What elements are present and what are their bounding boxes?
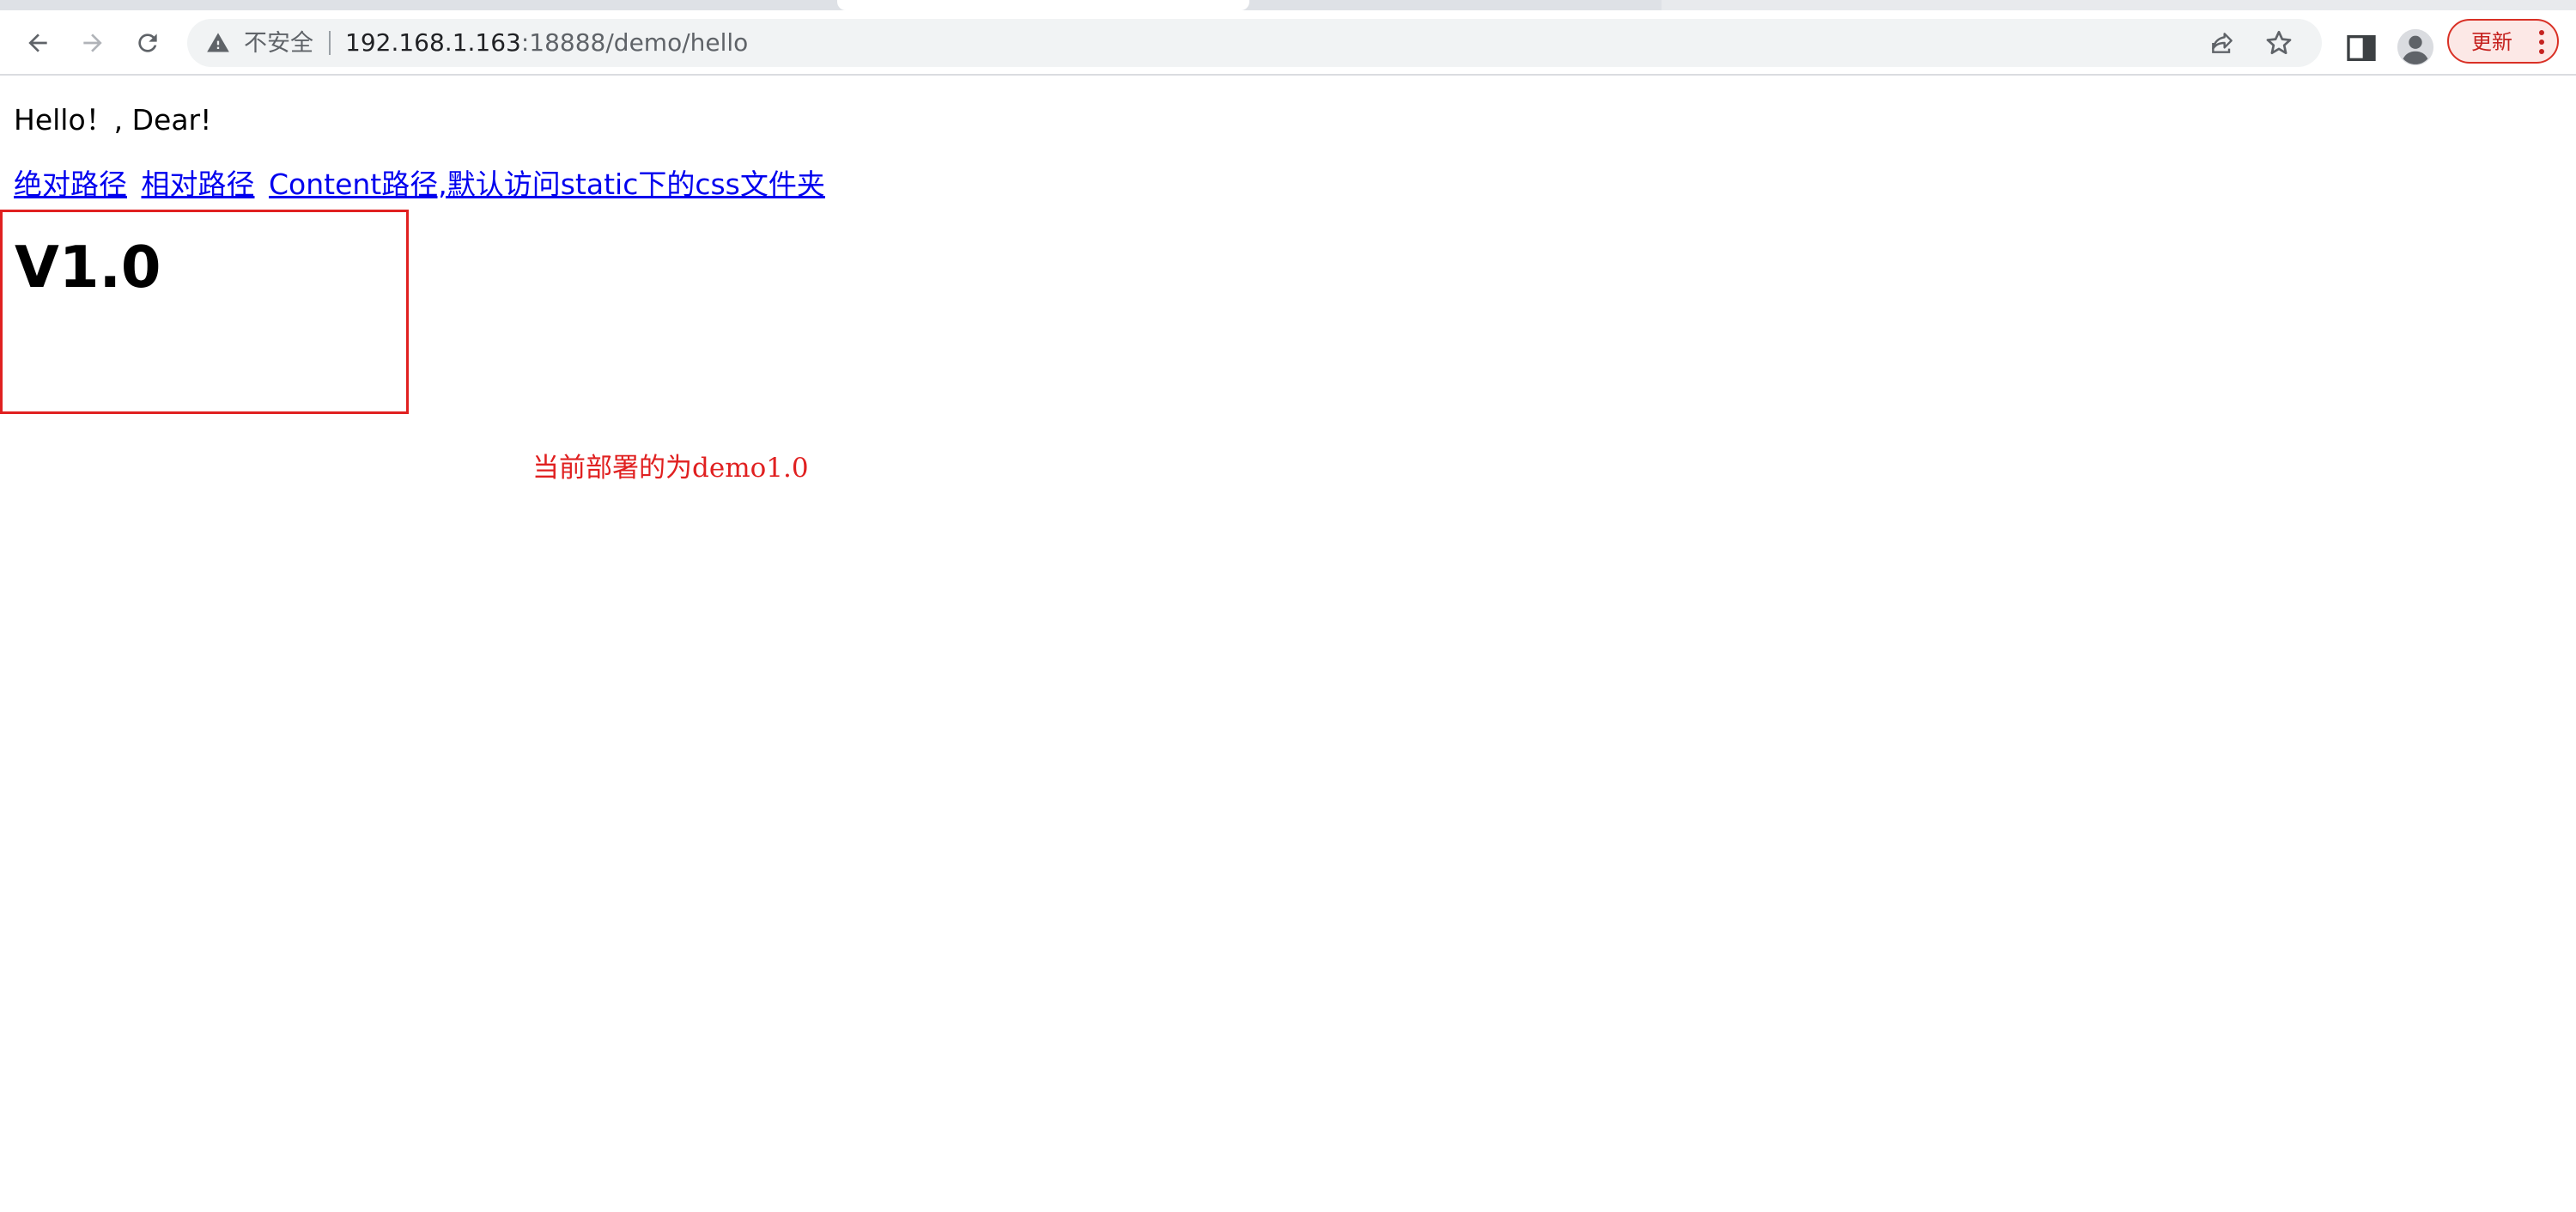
version-highlight-box: V1.0 [0, 210, 409, 414]
share-icon[interactable] [2208, 29, 2236, 57]
background-tab[interactable] [1662, 0, 2576, 10]
side-panel-icon[interactable] [2344, 31, 2379, 65]
tab-strip [0, 0, 2576, 10]
arrow-left-icon [28, 33, 47, 52]
version-heading: V1.0 [15, 234, 161, 301]
refresh-icon [138, 33, 157, 52]
browser-toolbar: 不安全 192.168.1.163:18888/demo/hello 更新 [0, 10, 2576, 76]
security-indicator[interactable]: 不安全 [244, 31, 313, 57]
person-icon[interactable] [2396, 27, 2435, 67]
address-bar[interactable]: 不安全 192.168.1.163:18888/demo/hello [187, 19, 2322, 67]
reload-button[interactable] [127, 22, 168, 64]
update-button[interactable]: 更新 [2447, 19, 2559, 64]
arrow-right-icon [83, 33, 102, 52]
star-icon[interactable] [2263, 27, 2294, 58]
path-links: 绝对路径 相对路径 Content路径,默认访问static下的css文件夹 [14, 167, 830, 202]
forward-button[interactable] [72, 22, 113, 64]
url-path: :18888/demo/hello [520, 28, 749, 57]
url-text[interactable]: 192.168.1.163:18888/demo/hello [345, 30, 748, 56]
absolute-path-link[interactable]: 绝对路径 [14, 167, 127, 201]
vertical-dots-icon[interactable] [2535, 27, 2549, 57]
deploy-note: 当前部署的为demo1.0 [532, 453, 809, 484]
update-label: 更新 [2471, 30, 2512, 54]
warning-triangle-icon[interactable] [204, 29, 232, 57]
omnibox-divider [329, 31, 331, 55]
greeting-text: Hello！, Dear! [14, 103, 212, 137]
back-button[interactable] [17, 22, 58, 64]
active-tab[interactable] [837, 0, 1249, 10]
content-path-link[interactable]: Content路径,默认访问static下的css文件夹 [269, 167, 825, 201]
url-host: 192.168.1.163 [345, 28, 521, 57]
relative-path-link[interactable]: 相对路径 [142, 167, 255, 201]
